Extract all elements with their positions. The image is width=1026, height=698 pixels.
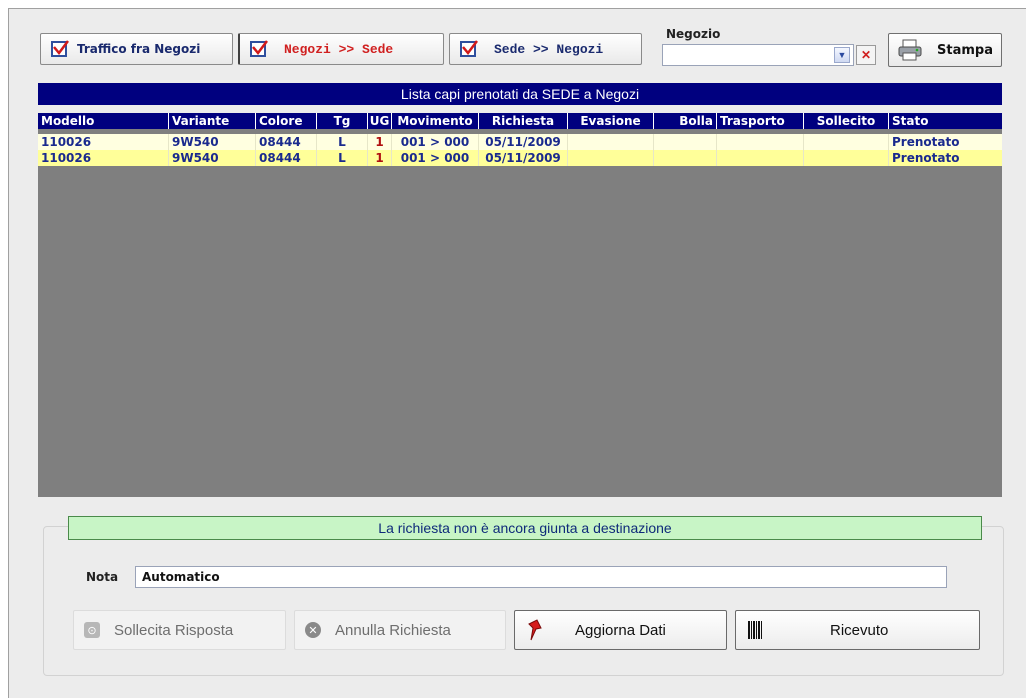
capi-grid[interactable]: Modello Variante Colore Tg UG Movimento … (38, 113, 1002, 497)
col-sollecito[interactable]: Sollecito (804, 113, 889, 129)
cell-sollecito (804, 134, 889, 150)
cell-stato: Prenotato (892, 151, 960, 165)
aggiorna-dati-button[interactable]: Aggiorna Dati (514, 610, 727, 650)
cell-colore: 08444 (256, 150, 317, 166)
col-bolla[interactable]: Bolla (654, 113, 717, 129)
traffico-fra-negozi-button[interactable]: Traffico fra Negozi (40, 33, 233, 65)
cell-tg: L (317, 134, 368, 150)
annulla-richiesta-button[interactable]: ✕ Annulla Richiesta (294, 610, 506, 650)
detail-panel (43, 526, 1004, 676)
col-stato[interactable]: Stato (889, 113, 1002, 129)
cell-variante: 9W540 (169, 150, 256, 166)
cell-sollecito (804, 150, 889, 166)
col-tg[interactable]: Tg (317, 113, 368, 129)
table-row-selected[interactable]: 110026 9W540 08444 L 1 001 > 000 05/11/2… (38, 150, 1002, 166)
clear-icon[interactable]: ✕ (856, 45, 876, 65)
negozio-select[interactable] (662, 44, 854, 66)
cell-trasporto (717, 150, 804, 166)
cell-variante: 9W540 (169, 134, 256, 150)
cancel-icon: ✕ (305, 622, 321, 638)
cell-evasione (568, 134, 654, 150)
sollecita-risposta-button[interactable]: ⊙ Sollecita Risposta (73, 610, 286, 650)
cell-richiesta: 05/11/2009 (479, 134, 568, 150)
negozi-sede-button[interactable]: Negozi >> Sede (238, 33, 444, 65)
printer-icon (897, 39, 923, 61)
table-row[interactable]: 110026 9W540 08444 L 1 001 > 000 05/11/2… (38, 134, 1002, 150)
ricevuto-button[interactable]: Ricevuto (735, 610, 980, 650)
negozi-sede-label: Negozi >> Sede (284, 41, 394, 57)
cell-evasione (568, 150, 654, 166)
pushpin-icon (525, 618, 545, 642)
cell-modello: 110026 (38, 134, 169, 150)
stampa-button[interactable]: Stampa (888, 33, 1002, 67)
col-ug[interactable]: UG (368, 113, 392, 129)
cell-colore: 08444 (256, 134, 317, 150)
col-evasione[interactable]: Evasione (568, 113, 654, 129)
cell-richiesta: 05/11/2009 (479, 150, 568, 166)
nota-label: Nota (86, 570, 119, 584)
cell-movimento: 001 > 000 (392, 150, 479, 166)
ricevuto-label: Ricevuto (830, 621, 889, 639)
barcode-icon (748, 621, 762, 639)
col-movimento[interactable]: Movimento (392, 113, 479, 129)
col-trasporto[interactable]: Trasporto (717, 113, 804, 129)
list-title: Lista capi prenotati da SEDE a Negozi (38, 83, 1002, 105)
cell-modello: 110026 (38, 150, 169, 166)
sollecita-label: Sollecita Risposta (114, 621, 234, 639)
annulla-label: Annulla Richiesta (335, 621, 451, 639)
nota-input[interactable]: Automatico (135, 566, 947, 588)
aggiorna-label: Aggiorna Dati (575, 621, 666, 639)
col-richiesta[interactable]: Richiesta (479, 113, 568, 129)
col-modello[interactable]: Modello (38, 113, 169, 129)
cell-trasporto (717, 134, 804, 150)
cell-stato: Prenotato (892, 135, 960, 149)
checkbox-checked-icon (51, 40, 69, 57)
cell-tg: L (317, 150, 368, 166)
checkbox-checked-icon (460, 40, 478, 57)
alert-icon: ⊙ (84, 622, 100, 638)
cell-bolla (654, 150, 717, 166)
cell-bolla (654, 134, 717, 150)
status-message: La richiesta non è ancora giunta a desti… (68, 516, 982, 540)
negozio-label: Negozio (666, 27, 721, 41)
grid-header: Modello Variante Colore Tg UG Movimento … (38, 113, 1002, 129)
chevron-down-icon[interactable]: ▼ (834, 47, 850, 63)
sede-negozi-label: Sede >> Negozi (494, 41, 604, 57)
cell-ug: 1 (368, 150, 392, 166)
traffico-label: Traffico fra Negozi (77, 42, 201, 56)
sede-negozi-button[interactable]: Sede >> Negozi (449, 33, 642, 65)
cell-movimento: 001 > 000 (392, 134, 479, 150)
checkbox-checked-icon (250, 40, 268, 57)
col-colore[interactable]: Colore (256, 113, 317, 129)
col-variante[interactable]: Variante (169, 113, 256, 129)
cell-ug: 1 (368, 134, 392, 150)
stampa-label: Stampa (937, 42, 993, 58)
